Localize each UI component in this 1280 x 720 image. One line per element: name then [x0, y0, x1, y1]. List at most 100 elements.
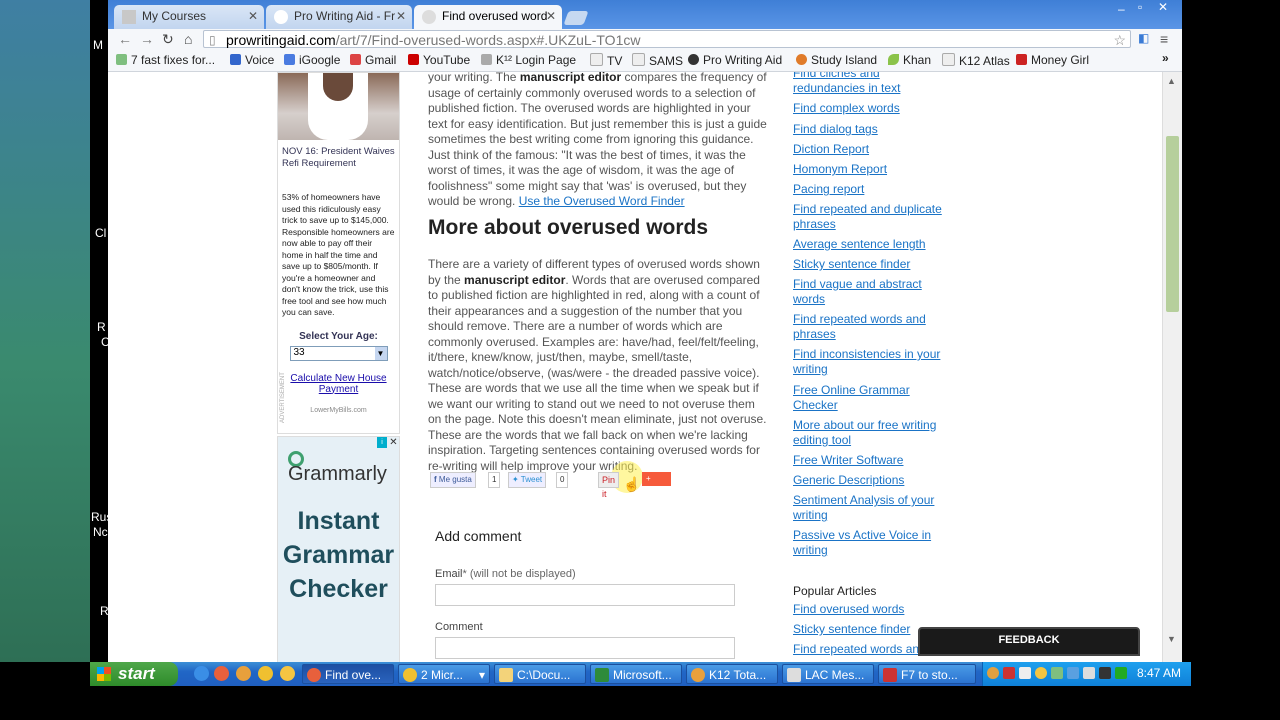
pin-it-button[interactable]: Pin it: [598, 472, 620, 499]
sidebar-link-complex-words[interactable]: Find complex words: [793, 101, 943, 116]
sidebar-link-sentiment-analysis[interactable]: Sentiment Analysis of your writing: [793, 493, 943, 523]
calculate-payment-link[interactable]: Calculate New House Payment: [278, 373, 399, 395]
scroll-down-icon[interactable]: ▼: [1167, 634, 1176, 644]
clock[interactable]: 8:47 AM: [1137, 666, 1181, 680]
tray-mail-icon[interactable]: [1019, 667, 1031, 679]
close-icon[interactable]: ✕: [248, 9, 258, 23]
tray-sync-icon[interactable]: [1067, 667, 1079, 679]
close-icon[interactable]: ✕: [546, 9, 556, 23]
menu-icon[interactable]: ≡: [1160, 31, 1168, 47]
scrollbar[interactable]: ▲ ▼: [1162, 72, 1182, 662]
facebook-icon: f: [434, 475, 437, 484]
bookmarks-overflow-button[interactable]: »: [1162, 51, 1169, 65]
bookmark-study-island[interactable]: Study Island: [796, 53, 877, 67]
bookmark-khan[interactable]: Khan: [888, 53, 931, 67]
sidebar-link-dialog-tags[interactable]: Find dialog tags: [793, 122, 943, 137]
ad-headline[interactable]: NOV 16: President Waives Refi Requiremen…: [278, 140, 399, 170]
scrollbar-thumb[interactable]: [1166, 136, 1179, 312]
address-bar[interactable]: ▯ prowritingaid.com/art/7/Find-overused-…: [203, 30, 1131, 48]
bookmark-gmail[interactable]: Gmail: [350, 53, 396, 67]
bookmark-voice[interactable]: Voice: [230, 53, 274, 67]
sidebar-link-repeated-duplicate[interactable]: Find repeated and duplicate phrases: [793, 202, 943, 232]
reload-icon[interactable]: ↻: [162, 31, 174, 48]
tray-expand-icon[interactable]: [987, 667, 999, 679]
bookmark-igoogle[interactable]: iGoogle: [284, 53, 340, 67]
back-arrow-icon[interactable]: ←: [118, 31, 132, 47]
desktop-label-1[interactable]: Cl: [95, 226, 106, 240]
taskbar-button-k12[interactable]: K12 Tota...: [686, 664, 778, 684]
taskbar-button-microsoft-excel[interactable]: Microsoft...: [590, 664, 682, 684]
sidebar-link-sentence-length[interactable]: Average sentence length: [793, 237, 943, 252]
sidebar-link-grammar-checker[interactable]: Free Online Grammar Checker: [793, 383, 943, 413]
chrome-icon[interactable]: [214, 666, 229, 681]
sidebar-link-diction-report[interactable]: Diction Report: [793, 142, 943, 157]
start-button[interactable]: start: [90, 662, 178, 686]
tray-search-icon[interactable]: [1083, 667, 1095, 679]
desktop-label-0[interactable]: M: [93, 38, 103, 52]
tray-network-icon[interactable]: [1051, 667, 1063, 679]
star-icon[interactable]: ☆: [1113, 31, 1126, 49]
tweet-button[interactable]: ✦ Tweet: [508, 472, 547, 488]
taskbar-button-find-overused[interactable]: Find ove...: [302, 664, 394, 684]
sidebar-link-cliches[interactable]: Find cliches and redundancies in text: [793, 72, 943, 96]
messenger-icon[interactable]: [258, 666, 273, 681]
facebook-like-button[interactable]: f Me gusta: [430, 472, 476, 488]
taskbar-button-lac[interactable]: LAC Mes...: [782, 664, 874, 684]
taskbar-button-documents[interactable]: C:\Docu...: [494, 664, 586, 684]
sidebar-link-writer-software[interactable]: Free Writer Software: [793, 453, 943, 468]
bookmark-tv[interactable]: TV: [590, 53, 622, 68]
ad-info-icon[interactable]: i: [377, 437, 387, 448]
close-icon[interactable]: ✕: [396, 9, 406, 23]
tab-find-overused-words[interactable]: Find overused word ✕: [414, 5, 562, 29]
bookmark-money-girl[interactable]: Money Girl: [1016, 53, 1089, 67]
desktop-label-2[interactable]: R: [97, 320, 106, 334]
bookmark-7-fast-fixes[interactable]: 7 fast fixes for...: [116, 53, 215, 67]
close-icon[interactable]: ✕: [388, 437, 399, 448]
scroll-up-icon[interactable]: ▲: [1167, 76, 1176, 86]
sidebar-link-passive-active[interactable]: Passive vs Active Voice in writing: [793, 528, 943, 558]
sidebar-link-pacing-report[interactable]: Pacing report: [793, 182, 943, 197]
tab-my-courses[interactable]: My Courses ✕: [114, 5, 264, 29]
sidebar-link-sticky-sentence[interactable]: Sticky sentence finder: [793, 257, 943, 272]
minimize-icon[interactable]: –: [1118, 2, 1125, 16]
sidebar-link-repeated-words[interactable]: Find repeated words and phrases: [793, 312, 943, 342]
new-tab-button[interactable]: [563, 11, 589, 25]
chevron-down-icon[interactable]: ▼: [374, 346, 387, 360]
overused-word-finder-link[interactable]: Use the Overused Word Finder: [519, 194, 685, 208]
desktop-label-5[interactable]: Nc: [93, 525, 108, 539]
taskbar-button-f7[interactable]: F7 to sto...: [878, 664, 976, 684]
smiley-icon[interactable]: [280, 666, 295, 681]
tray-messenger-icon[interactable]: [1035, 667, 1047, 679]
comment-field[interactable]: [435, 637, 735, 659]
tab-pro-writing-aid[interactable]: Pro Writing Aid - Fr ✕: [266, 5, 412, 29]
extension-icon[interactable]: ◧: [1138, 31, 1149, 45]
sidebar-link-homonym-report[interactable]: Homonym Report: [793, 162, 943, 177]
refinance-ad[interactable]: NOV 16: President Waives Refi Requiremen…: [277, 72, 400, 434]
age-select[interactable]: 33 ▼: [289, 345, 388, 361]
maximize-icon[interactable]: ▫: [1138, 0, 1142, 14]
sidebar-link-inconsistencies[interactable]: Find inconsistencies in your writing: [793, 347, 943, 377]
close-icon[interactable]: ✕: [1158, 0, 1168, 14]
feedback-button[interactable]: FEEDBACK: [918, 627, 1140, 656]
tray-check-icon[interactable]: [1115, 667, 1127, 679]
home-icon[interactable]: ⌂: [184, 31, 192, 47]
firefox-icon[interactable]: [236, 666, 251, 681]
sidebar-link-vague-abstract[interactable]: Find vague and abstract words: [793, 277, 943, 307]
bookmark-pro-writing-aid[interactable]: Pro Writing Aid: [688, 53, 782, 67]
bookmark-k12-atlas[interactable]: K12 Atlas: [942, 53, 1010, 68]
popular-link-overused[interactable]: Find overused words: [793, 602, 943, 617]
email-field[interactable]: [435, 584, 735, 606]
tray-monitor-icon[interactable]: [1099, 667, 1111, 679]
taskbar-label: Microsoft...: [613, 668, 672, 682]
sidebar-link-generic-descriptions[interactable]: Generic Descriptions: [793, 473, 943, 488]
grammarly-ad[interactable]: i ✕ Grammarly Instant Grammar Checker: [277, 436, 400, 662]
ie-icon[interactable]: [194, 666, 209, 681]
bookmark-sams[interactable]: SAMS: [632, 53, 683, 68]
share-button[interactable]: + Share: [642, 472, 672, 497]
forward-arrow-icon[interactable]: →: [140, 31, 154, 47]
bookmark-k12-login[interactable]: K¹² Login Page: [481, 53, 576, 67]
tray-app-icon[interactable]: [1003, 667, 1015, 679]
bookmark-youtube[interactable]: YouTube: [408, 53, 470, 67]
sidebar-link-editing-tool[interactable]: More about our free writing editing tool: [793, 418, 943, 448]
taskbar-button-microsoft[interactable]: 2 Micr... ▾: [398, 664, 490, 684]
